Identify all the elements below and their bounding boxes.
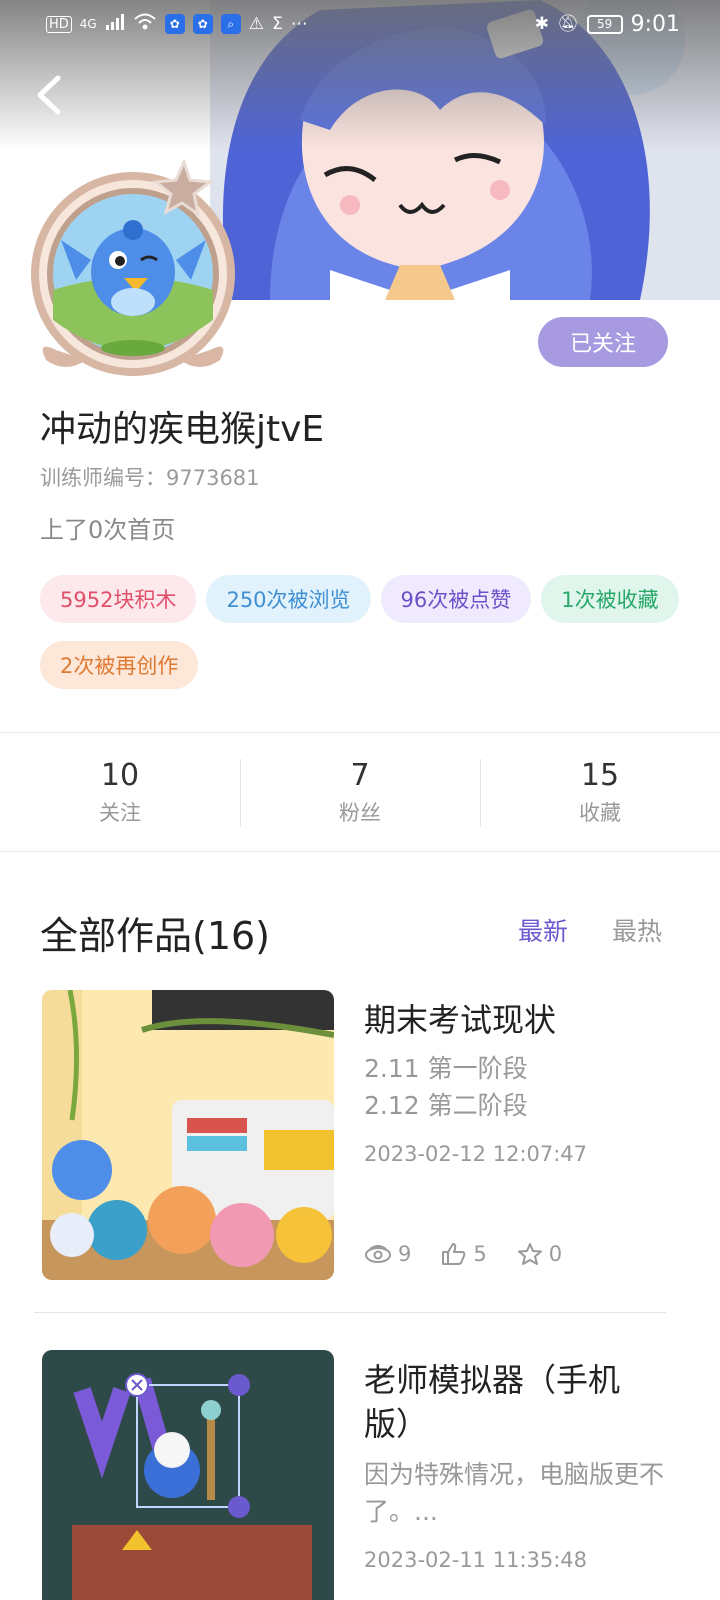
wifi-icon <box>133 13 157 36</box>
stat-following[interactable]: 10 关注 <box>0 733 240 851</box>
views-count: 9 <box>398 1242 412 1266</box>
work-description-line: 2.12 第二阶段 <box>364 1091 528 1120</box>
signal-icon <box>105 13 125 36</box>
sort-hottest-tab[interactable]: 最热 <box>612 912 662 948</box>
avatar[interactable] <box>26 157 240 384</box>
work-thumbnail[interactable] <box>42 1350 334 1600</box>
status-bar: HD 4G ✿ ✿ ⌕ ⚠ ⵉ ⋯ ✱ 🔕︎ 59 9:01 <box>0 0 720 48</box>
stat-followers-label: 粉丝 <box>339 800 381 825</box>
search-app-icon: ⌕ <box>220 14 241 34</box>
status-left: HD 4G ✿ ✿ ⌕ ⚠ ⵉ ⋯ <box>46 13 308 36</box>
sort-newest-tab[interactable]: 最新 <box>518 912 568 948</box>
achievement-tags: 5952块积木 250次被浏览 96次被点赞 1次被收藏 2次被再创作 <box>40 575 680 689</box>
battery-indicator: 59 <box>586 14 623 34</box>
work-date: 2023-02-11 11:35:48 <box>364 1548 588 1572</box>
stars-count: 0 <box>548 1242 563 1266</box>
stat-favorites-label: 收藏 <box>579 800 621 825</box>
eye-icon <box>365 1245 391 1263</box>
tag-views: 250次被浏览 <box>206 575 371 623</box>
tag-remixes: 2次被再创作 <box>40 641 199 689</box>
work-date: 2023-02-12 12:07:47 <box>364 1142 588 1166</box>
back-button[interactable] <box>28 70 72 120</box>
likes-metric[interactable]: 5 <box>441 1242 487 1266</box>
status-right: ✱ 🔕︎ 59 9:01 <box>535 12 680 37</box>
warning-icon: ⚠ <box>248 14 264 34</box>
app-notification-icon: ✿ <box>164 14 185 34</box>
tag-likes: 96次被点赞 <box>380 575 532 623</box>
work-metrics: 9 5 0 <box>364 1242 562 1266</box>
app-notification-icon-2: ✿ <box>192 14 213 34</box>
stat-followers[interactable]: 7 粉丝 <box>240 733 480 851</box>
work-description-line: 因为特殊情况，电脑版更不了。... <box>364 1460 665 1526</box>
work-title[interactable]: 老师模拟器（手机版） <box>364 1358 664 1446</box>
work-title[interactable]: 期末考试现状 <box>364 998 664 1042</box>
stats-bar: 10 关注 7 粉丝 15 收藏 <box>0 732 720 852</box>
views-metric: 9 <box>364 1242 411 1266</box>
chevron-left-icon <box>37 75 61 115</box>
bluetooth-icon: ✱ <box>534 14 549 34</box>
work-divider <box>34 1312 666 1313</box>
trainer-id: 训练师编号：9773681 <box>40 466 260 490</box>
tag-blocks: 5952块积木 <box>40 575 197 623</box>
hd-indicator: HD <box>46 15 72 33</box>
star-icon <box>517 1243 542 1265</box>
more-notifications-icon: ⋯ <box>290 14 308 34</box>
thumbs-up-icon <box>442 1243 466 1265</box>
tag-favorites: 1次被收藏 <box>541 575 679 623</box>
stat-followers-count: 7 <box>350 757 370 793</box>
frontpage-count: 上了0次首页 <box>40 516 176 544</box>
stat-favorites-count: 15 <box>580 757 620 793</box>
stat-favorites[interactable]: 15 收藏 <box>480 733 720 851</box>
mute-icon: 🔕︎ <box>557 14 579 34</box>
username: 冲动的疾电猴jtvE <box>40 409 325 450</box>
stat-following-count: 10 <box>100 757 140 793</box>
works-section-title: 全部作品(16) <box>40 914 271 958</box>
work-description-line: 2.11 第一阶段 <box>364 1054 528 1083</box>
work-card[interactable]: 老师模拟器（手机版） 因为特殊情况，电脑版更不了。... 2023-02-11 … <box>42 1350 682 1600</box>
stars-metric[interactable]: 0 <box>517 1242 562 1266</box>
keyboard-icon: ⵉ <box>271 14 283 34</box>
likes-count: 5 <box>473 1242 487 1266</box>
work-thumbnail[interactable] <box>42 990 334 1280</box>
follow-status-button[interactable]: 已关注 <box>538 317 668 367</box>
work-card[interactable]: 期末考试现状 2.11 第一阶段 2.12 第二阶段 2023-02-12 12… <box>42 990 682 1290</box>
clock: 9:01 <box>630 11 680 37</box>
stat-following-label: 关注 <box>99 800 141 825</box>
network-label: 4G <box>79 17 97 31</box>
